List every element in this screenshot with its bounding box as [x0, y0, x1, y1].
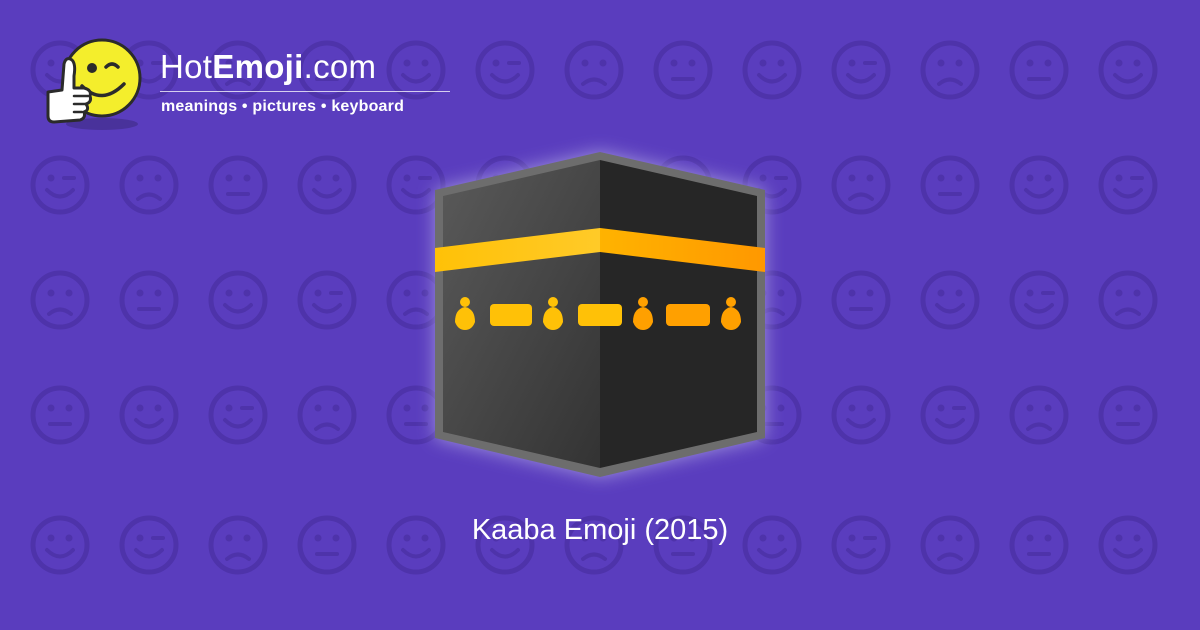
background-emoji-face [30, 270, 90, 330]
logo-divider [160, 91, 450, 92]
background-emoji-face [30, 385, 90, 445]
emoji-caption: Kaaba Emoji (2015) [471, 514, 729, 546]
background-emoji-face [920, 385, 980, 445]
brand-tagline: meanings • pictures • keyboard [161, 98, 405, 115]
background-emoji-face [119, 270, 179, 330]
background-emoji-face [564, 40, 624, 100]
site-logo[interactable]: HotEmoji.com meanings • pictures • keybo… [40, 34, 470, 134]
background-emoji-face [1098, 385, 1158, 445]
winking-thumbs-up-smiley-icon [46, 38, 142, 130]
background-emoji-face [208, 385, 268, 445]
background-emoji-face [831, 385, 891, 445]
background-emoji-face [30, 155, 90, 215]
background-emoji-face [297, 385, 357, 445]
background-emoji-face [475, 40, 535, 100]
background-emoji-face [208, 270, 268, 330]
brand-name: HotEmoji.com [160, 48, 376, 86]
background-emoji-face [742, 40, 802, 100]
share-image: HotEmoji.com meanings • pictures • keybo… [0, 0, 1200, 630]
background-emoji-face [1098, 40, 1158, 100]
background-emoji-face [297, 270, 357, 330]
background-emoji-face [920, 40, 980, 100]
background-emoji-face [1009, 270, 1069, 330]
background-emoji-face [1009, 155, 1069, 215]
background-emoji-face [119, 155, 179, 215]
background-emoji-face [119, 385, 179, 445]
background-emoji-face [1098, 155, 1158, 215]
brand-name-suffix: .com [303, 48, 377, 85]
background-emoji-face [920, 155, 980, 215]
background-emoji-face [831, 40, 891, 100]
background-emoji-face [1009, 385, 1069, 445]
background-emoji-face [831, 155, 891, 215]
background-emoji-face [920, 270, 980, 330]
brand-name-bold: Emoji [212, 48, 304, 85]
background-emoji-face [831, 270, 891, 330]
background-emoji-face [1009, 40, 1069, 100]
background-emoji-face [1098, 270, 1158, 330]
background-emoji-face [297, 155, 357, 215]
kaaba-icon [435, 152, 765, 477]
brand-name-light: Hot [160, 48, 213, 85]
background-emoji-face [653, 40, 713, 100]
background-emoji-face [208, 155, 268, 215]
